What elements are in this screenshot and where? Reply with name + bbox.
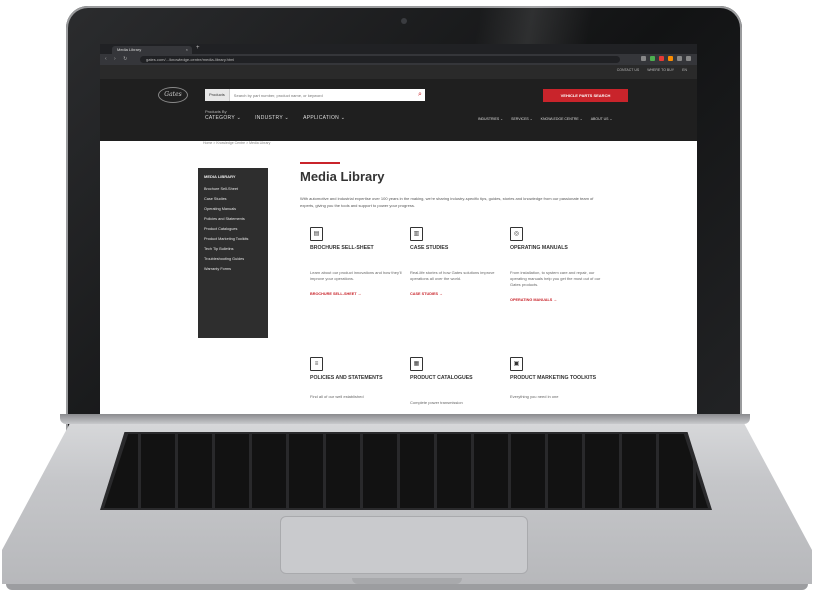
sidebar-item-troubleshooting[interactable]: Troubleshooting Guides (204, 257, 262, 261)
trackpad (280, 516, 528, 574)
nav-services[interactable]: SERVICES ⌄ (511, 117, 533, 121)
secondary-nav: INDUSTRIES ⌄ SERVICES ⌄ KNOWLEDGE CENTRE… (478, 117, 612, 121)
extension-icon[interactable] (677, 56, 682, 61)
sidebar-item-tech-tips[interactable]: Tech Tip Bulletins (204, 247, 262, 251)
nav-industry[interactable]: INDUSTRY ⌄ (255, 115, 289, 121)
page-title: Media Library (300, 169, 385, 184)
card-catalogues[interactable]: ▦ PRODUCT CATALOGUES Complete power tran… (410, 357, 505, 406)
extension-icons (641, 56, 691, 61)
sidebar-item-toolkits[interactable]: Product Marketing Toolkits (204, 237, 262, 241)
sidebar-item-case-studies[interactable]: Case Studies (204, 197, 262, 201)
manual-icon: ◎ (510, 227, 523, 241)
webcam (401, 18, 407, 24)
sidebar-item-brochure[interactable]: Brochure Sell-Sheet (204, 187, 262, 191)
toolkit-icon: ▣ (510, 357, 523, 371)
card-description: Complete power transmission (410, 399, 463, 405)
extension-icon[interactable] (686, 56, 691, 61)
card-description: Everything you need in one (510, 393, 559, 399)
extension-icon[interactable] (650, 56, 655, 61)
where-to-buy-link[interactable]: WHERE TO BUY (647, 68, 674, 72)
url-field[interactable]: gates.com/.../knowledge-centre/media-lib… (140, 56, 620, 63)
language-link[interactable]: EN (682, 68, 687, 72)
page-intro: With automotive and industrial expertise… (300, 196, 594, 208)
card-title: OPERATING MANUALS (510, 245, 568, 251)
search-bar: Products ⌕ (205, 89, 425, 101)
card-case-studies[interactable]: ▥ CASE STUDIES Real-life stories of how … (410, 227, 505, 297)
card-title: POLICIES AND STATEMENTS (310, 375, 383, 381)
page-heading: Media Library (300, 162, 660, 184)
laptop-hinge (60, 414, 750, 424)
sidebar-item-operating-manuals[interactable]: Operating Manuals (204, 207, 262, 211)
catalogue-icon: ▦ (410, 357, 423, 371)
nav-application[interactable]: APPLICATION ⌄ (303, 115, 345, 121)
browser-tab[interactable]: Media Library × (112, 46, 192, 54)
card-title: PRODUCT CATALOGUES (410, 375, 473, 381)
laptop-screen: Media Library × + ‹ › ↻ gates.com/.../kn… (100, 44, 697, 416)
extension-icon[interactable] (659, 56, 664, 61)
sidebar-title: MEDIA LIBRARY (204, 174, 236, 179)
products-by-label: Products By (205, 109, 227, 114)
card-operating-manuals[interactable]: ◎ OPERATING MANUALS From installation, t… (510, 227, 605, 303)
extension-icon[interactable] (668, 56, 673, 61)
search-category-select[interactable]: Products (205, 89, 230, 101)
gates-logo[interactable]: Gates (158, 87, 188, 103)
card-title: PRODUCT MARKETING TOOLKITS (510, 375, 597, 381)
breadcrumb[interactable]: Home > Knowledge Centre > Media Library (203, 141, 270, 145)
laptop-base-edge (6, 584, 808, 590)
sidebar-item-policies[interactable]: Policies and Statements (204, 217, 262, 221)
card-link[interactable]: CASE STUDIES → (410, 292, 443, 296)
utility-links: CONTACT US WHERE TO BUY EN (617, 68, 687, 72)
contact-link[interactable]: CONTACT US (617, 68, 639, 72)
browser-address-bar: ‹ › ↻ gates.com/.../knowledge-centre/med… (100, 54, 697, 65)
card-policies[interactable]: ≡ POLICIES AND STATEMENTS Find all of ou… (310, 357, 405, 400)
utility-bar: CONTACT US WHERE TO BUY EN (100, 65, 697, 79)
vehicle-parts-search-button[interactable]: VEHICLE PARTS SEARCH (543, 89, 628, 102)
card-toolkits[interactable]: ▣ PRODUCT MARKETING TOOLKITS Everything … (510, 357, 605, 400)
main-nav: CATEGORY ⌄ INDUSTRY ⌄ APPLICATION ⌄ (205, 115, 345, 121)
brochure-icon: ▤ (310, 227, 323, 241)
laptop-photo: Media Library × + ‹ › ↻ gates.com/.../kn… (0, 0, 814, 594)
site-header: Gates Products ⌕ VEHICLE PARTS SEARCH Pr… (100, 79, 697, 141)
media-library-sidebar: MEDIA LIBRARY Brochure Sell-Sheet Case S… (198, 168, 268, 338)
nav-knowledge-centre[interactable]: KNOWLEDGE CENTRE ⌄ (541, 117, 583, 121)
card-description: Find all of our well established (310, 393, 364, 399)
nav-industries[interactable]: INDUSTRIES ⌄ (478, 117, 503, 121)
card-title: CASE STUDIES (410, 245, 449, 251)
sidebar-item-catalogues[interactable]: Product Catalogues (204, 227, 262, 231)
policy-icon: ≡ (310, 357, 323, 371)
search-icon[interactable]: ⌕ (415, 89, 425, 101)
browser-nav-icons[interactable]: ‹ › ↻ (105, 56, 130, 62)
card-title: BROCHURE SELL-SHEET (310, 245, 374, 251)
card-description: Real-life stories of how Gates solutions… (410, 269, 495, 281)
sidebar-item-warranty[interactable]: Warranty Forms (204, 267, 262, 271)
card-link[interactable]: OPERATING MANUALS → (510, 298, 557, 302)
tab-title: Media Library (117, 47, 142, 52)
chart-icon: ▥ (410, 227, 423, 241)
card-brochure[interactable]: ▤ BROCHURE SELL-SHEET Learn about our pr… (310, 227, 405, 297)
nav-about-us[interactable]: ABOUT US ⌄ (591, 117, 613, 121)
search-input[interactable] (229, 90, 415, 100)
keyboard-keys (104, 434, 708, 508)
tab-close-icon[interactable]: × (186, 46, 188, 54)
card-link[interactable]: BROCHURE SELL-SHEET → (310, 292, 361, 296)
extension-icon[interactable] (641, 56, 646, 61)
new-tab-icon[interactable]: + (196, 45, 200, 51)
card-description: From installation, to system care and re… (510, 269, 601, 287)
browser-tabbar: Media Library × + (100, 44, 697, 54)
card-description: Learn about our product innovations and … (310, 269, 402, 281)
nav-category[interactable]: CATEGORY ⌄ (205, 115, 241, 121)
heading-accent (300, 162, 340, 164)
